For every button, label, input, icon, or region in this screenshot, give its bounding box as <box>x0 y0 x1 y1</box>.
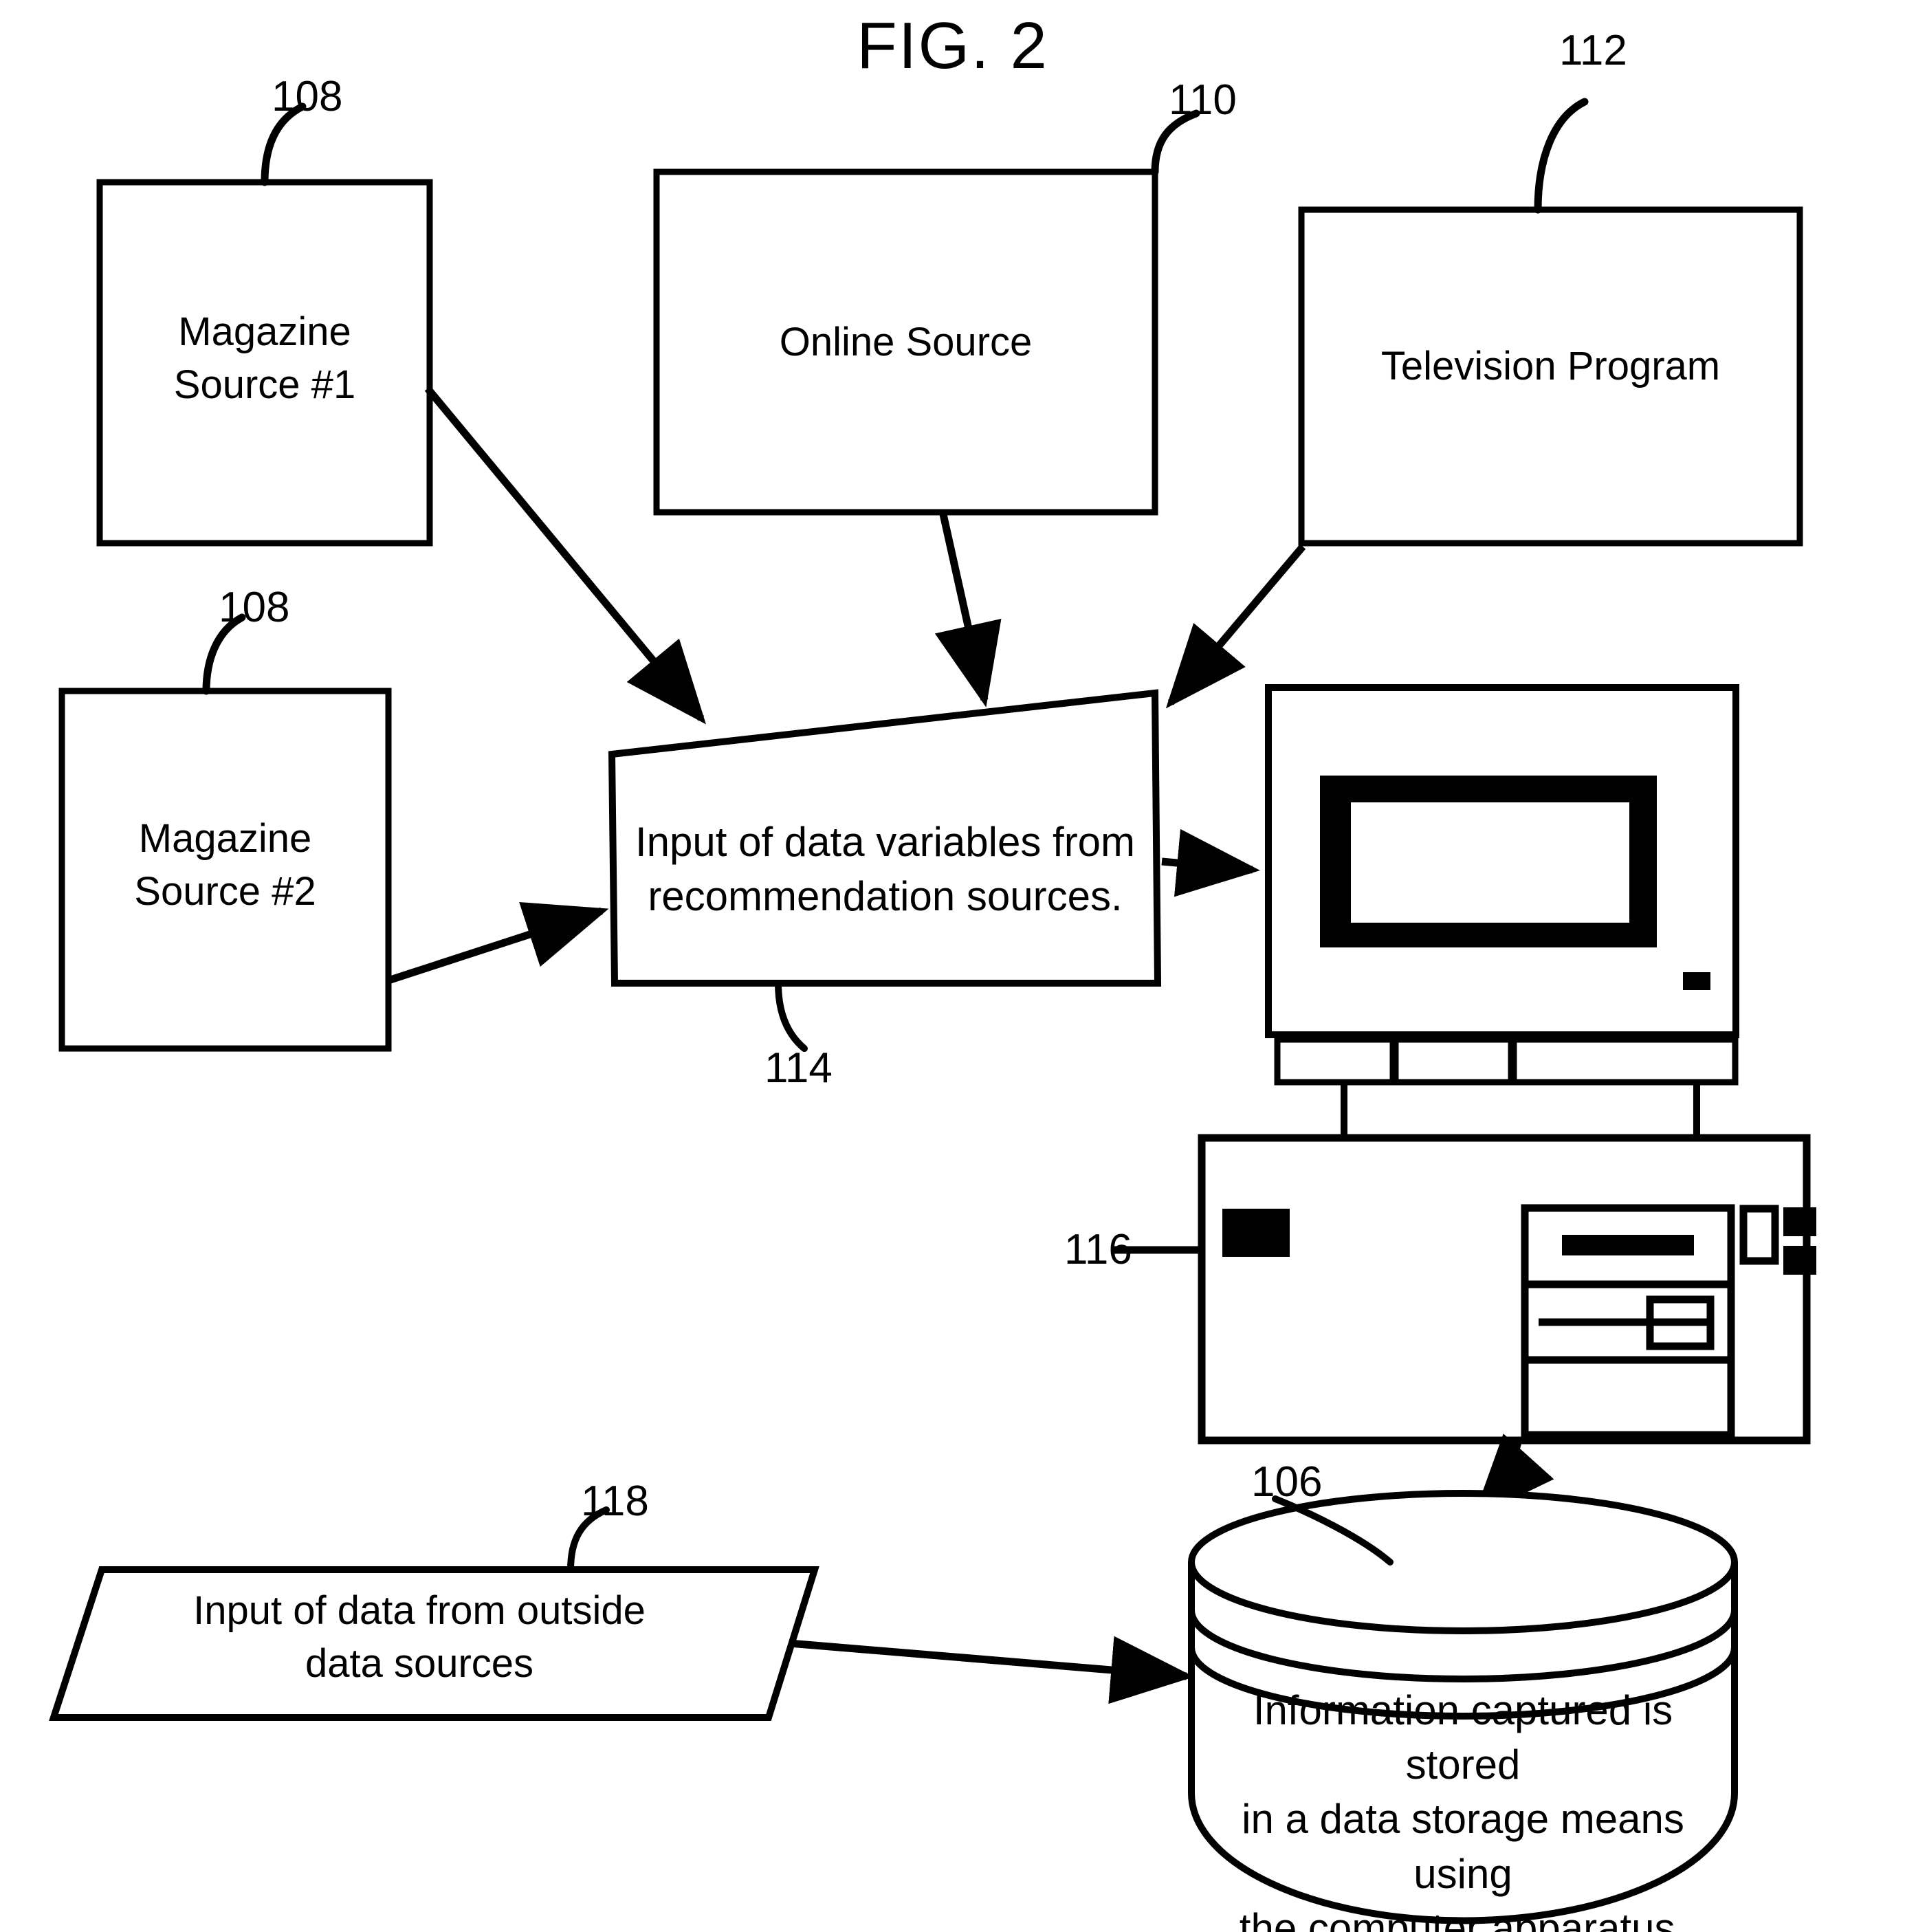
computer-vent-3 <box>1510 1036 1739 1086</box>
computer-power-indicator <box>1683 972 1710 990</box>
computer-base-unit <box>1198 1134 1811 1445</box>
arrow-magazine1-to-input <box>424 386 707 725</box>
data-storage-label: Information captured is stored in a data… <box>1239 1687 1687 1932</box>
patent-figure: FIG. 2 108 110 112 108 114 116 106 118 M… <box>0 0 1905 1932</box>
ref-num-114: 114 <box>764 1044 833 1092</box>
input-data-variables-label: Input of data variables from recommendat… <box>635 819 1136 920</box>
leader-line-112 <box>1534 98 1589 214</box>
computer-vent-2 <box>1392 1036 1515 1086</box>
arrow-outside-data-to-storage <box>789 1636 1194 1704</box>
magazine-source-1-label: Magazine Source #1 <box>173 309 356 407</box>
ref-num-110: 110 <box>1169 76 1237 124</box>
ref-num-118: 118 <box>581 1478 649 1525</box>
data-storage-cylinder-top <box>1188 1490 1738 1634</box>
ref-num-108-bottom: 108 <box>219 584 290 631</box>
arrow-online-to-input <box>934 513 1002 707</box>
computer-base-button-outline <box>1739 1205 1779 1265</box>
computer-base-button-b <box>1783 1246 1816 1275</box>
arrow-input-to-computer <box>1161 828 1260 897</box>
ref-num-106: 106 <box>1251 1458 1323 1506</box>
ref-num-108-top: 108 <box>272 73 343 120</box>
leader-line-114 <box>775 980 808 1052</box>
arrow-television-to-input <box>1165 544 1306 709</box>
online-source-label: Online Source <box>779 320 1033 364</box>
computer-drive-slot <box>1562 1235 1694 1255</box>
computer-base-badge <box>1222 1209 1290 1257</box>
arrow-magazine2-to-input <box>389 902 609 984</box>
television-program-label: Television Program <box>1380 344 1721 388</box>
computer-vent-1 <box>1274 1036 1396 1086</box>
magazine-source-2-label: Magazine Source #2 <box>134 816 316 914</box>
computer-base-button-a <box>1783 1207 1816 1236</box>
ref-num-112: 112 <box>1559 27 1627 74</box>
ref-num-116: 116 <box>1064 1226 1132 1273</box>
outside-data-input-label: Input of data from outside data sources <box>193 1588 646 1686</box>
computer-screen-glass <box>1351 802 1629 923</box>
